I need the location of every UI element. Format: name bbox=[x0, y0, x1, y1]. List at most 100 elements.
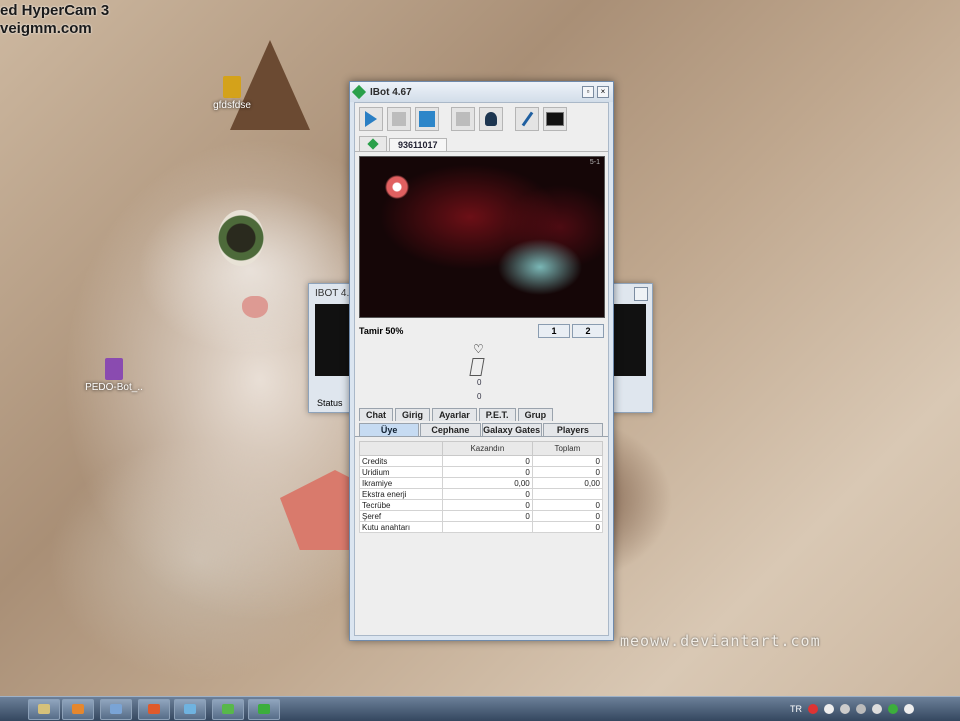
back-window-title: IBOT 4. bbox=[315, 288, 350, 299]
drone-value-1: 0 bbox=[477, 378, 482, 387]
tray-icon[interactable] bbox=[840, 704, 850, 714]
table-row: Uridium 0 0 bbox=[359, 466, 604, 478]
stats-table: Kazandın Toplam Credits 0 0 Uridium 0 0 Ikrami… bbox=[359, 441, 604, 533]
map-coordinate: 5-1 bbox=[589, 159, 600, 166]
taskbar-button[interactable] bbox=[248, 699, 280, 720]
app-icon bbox=[148, 704, 160, 714]
app-icon bbox=[184, 704, 196, 714]
drone-icon bbox=[469, 358, 485, 376]
ibot-window[interactable]: IBot 4.67 ▫ × 93611017 5-1 Tamir 50% 1 2 bbox=[349, 81, 614, 641]
ship-button[interactable] bbox=[479, 107, 503, 131]
map-icon bbox=[419, 111, 435, 127]
table-row: Credits 0 0 bbox=[359, 455, 604, 467]
row-value: 0 bbox=[531, 455, 604, 467]
tab-pet[interactable]: P.E.T. bbox=[478, 408, 516, 421]
wallpaper-cat-eye bbox=[218, 210, 264, 266]
config-button-1[interactable]: 1 bbox=[538, 324, 570, 338]
table-row: Ekstra enerji 0 bbox=[359, 488, 604, 500]
system-tray: TR bbox=[782, 697, 960, 721]
tab-row-1: Chat Girig Ayarlar P.E.T. Grup bbox=[355, 406, 608, 421]
row-value: 0 bbox=[531, 510, 604, 522]
account-bar: 93611017 bbox=[355, 135, 608, 152]
tray-icon[interactable] bbox=[856, 704, 866, 714]
row-value bbox=[442, 521, 533, 533]
tray-icon[interactable] bbox=[904, 704, 914, 714]
window-title: IBot 4.67 bbox=[370, 86, 412, 98]
pin-button[interactable] bbox=[515, 107, 539, 131]
tab-chat[interactable]: Chat bbox=[359, 408, 393, 421]
tab-girig[interactable]: Girig bbox=[395, 408, 431, 421]
title-bar[interactable]: IBot 4.67 ▫ × bbox=[350, 82, 613, 102]
desktop-icon-folder[interactable]: gfdsfdse bbox=[200, 76, 264, 111]
row-label: Credits bbox=[359, 455, 443, 467]
table-row: Şeref 0 0 bbox=[359, 510, 604, 522]
taskbar-button[interactable] bbox=[174, 699, 206, 720]
wallpaper-cat-nose bbox=[242, 296, 268, 318]
column-header bbox=[359, 441, 443, 456]
tab-grup[interactable]: Grup bbox=[517, 408, 554, 421]
drone-value-2: 0 bbox=[477, 392, 482, 401]
desktop-icon-label: gfdsfdse bbox=[213, 100, 251, 111]
taskbar-button[interactable] bbox=[138, 699, 170, 720]
window-body: 93611017 5-1 Tamir 50% 1 2 ♡ 0 0 Chat Gi… bbox=[354, 102, 609, 636]
row-value: 0 bbox=[442, 466, 533, 478]
watermark-line2: veigmm.com bbox=[0, 20, 92, 37]
monitor-button[interactable] bbox=[543, 107, 567, 131]
repair-row: Tamir 50% 1 2 bbox=[355, 322, 608, 340]
tray-icon[interactable] bbox=[888, 704, 898, 714]
row-value: 0,00 bbox=[442, 477, 533, 489]
map-button[interactable] bbox=[415, 107, 439, 131]
stop-button[interactable] bbox=[387, 107, 411, 131]
stop-icon bbox=[392, 112, 406, 126]
app-icon bbox=[258, 704, 270, 714]
pin-icon bbox=[521, 111, 533, 127]
close-button[interactable]: × bbox=[597, 86, 609, 98]
app-icon bbox=[351, 84, 367, 100]
repair-label: Tamir 50% bbox=[359, 326, 404, 336]
watermark-line1: ed HyperCam 3 bbox=[0, 2, 110, 19]
taskbar-button[interactable] bbox=[212, 699, 244, 720]
row-value: 0,00 bbox=[531, 477, 604, 489]
tab-cephane[interactable]: Cephane bbox=[420, 423, 481, 436]
table-row: Ikramiye 0,00 0,00 bbox=[359, 477, 604, 489]
config-button-2[interactable]: 2 bbox=[572, 324, 604, 338]
desktop-icon-archive[interactable]: PEDO-Bot_.. bbox=[82, 358, 146, 393]
tab-galaxy-gates[interactable]: Galaxy Gates bbox=[481, 423, 542, 436]
app-icon bbox=[110, 704, 122, 714]
monitor-icon bbox=[546, 112, 564, 126]
tray-icon[interactable] bbox=[808, 704, 818, 714]
ship-status-area: ♡ 0 0 bbox=[355, 340, 608, 406]
taskbar-button[interactable] bbox=[62, 699, 94, 720]
taskbar-button[interactable] bbox=[100, 699, 132, 720]
watermark: ed HyperCam 3 veigmm.com bbox=[0, 2, 109, 38]
tab-row-2: Üye Cephane Galaxy Gates Players bbox=[355, 421, 608, 437]
tray-icon[interactable] bbox=[872, 704, 882, 714]
account-tab[interactable]: 93611017 bbox=[389, 138, 447, 151]
taskbar-button[interactable] bbox=[28, 699, 60, 720]
tab-ayarlar[interactable]: Ayarlar bbox=[432, 408, 477, 421]
add-account-tab[interactable] bbox=[359, 136, 387, 151]
row-value: 0 bbox=[442, 455, 533, 467]
minimap[interactable]: 5-1 bbox=[359, 156, 605, 318]
archive-icon bbox=[105, 358, 123, 380]
row-label: Ekstra enerji bbox=[359, 488, 443, 500]
tab-uye[interactable]: Üye bbox=[359, 423, 420, 436]
language-indicator[interactable]: TR bbox=[790, 704, 802, 714]
restore-button[interactable]: ▫ bbox=[582, 86, 594, 98]
row-label: Kutu anahtarı bbox=[359, 521, 443, 533]
row-label: Şeref bbox=[359, 510, 443, 522]
row-label: Uridium bbox=[359, 466, 443, 478]
tab-players[interactable]: Players bbox=[542, 423, 603, 436]
tray-icon[interactable] bbox=[824, 704, 834, 714]
back-window-close-button[interactable] bbox=[634, 287, 648, 301]
blank-button[interactable] bbox=[451, 107, 475, 131]
row-label: Ikramiye bbox=[359, 477, 443, 489]
app-icon bbox=[72, 704, 84, 714]
row-label: Tecrübe bbox=[359, 499, 443, 511]
toolbar bbox=[355, 103, 608, 135]
desktop-icon-label: PEDO-Bot_.. bbox=[85, 382, 143, 393]
ship-icon bbox=[485, 112, 497, 126]
start-button[interactable] bbox=[359, 107, 383, 131]
taskbar: TR bbox=[0, 696, 960, 721]
play-icon bbox=[365, 111, 377, 127]
